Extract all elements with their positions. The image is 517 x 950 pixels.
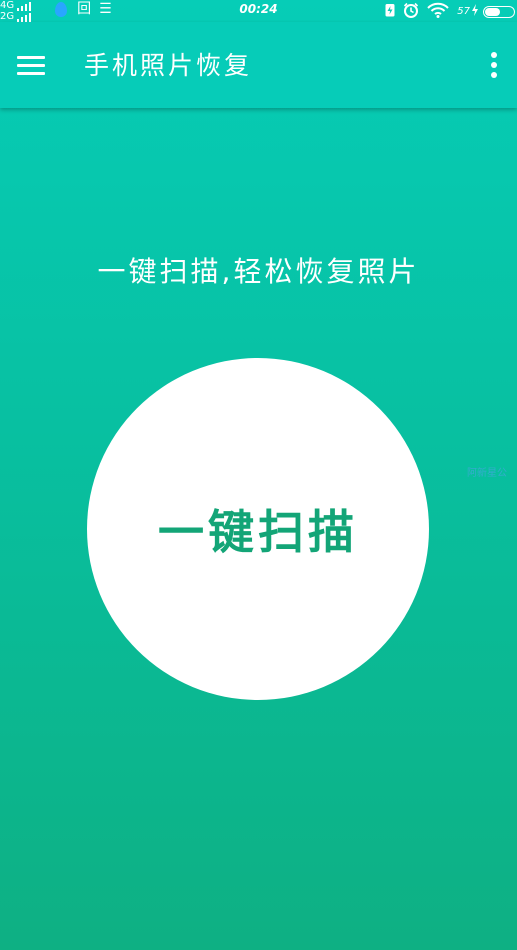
- battery-percent: 57: [457, 6, 470, 17]
- app-screen: 4G 2G 回 ☰ 00:24 57 手机照片恢复 一键扫描,轻松恢复照片 一键…: [0, 0, 517, 950]
- app-title: 手机照片恢复: [84, 51, 253, 80]
- more-options-icon[interactable]: [491, 52, 497, 78]
- status-right: 57: [377, 2, 515, 21]
- battery-icon: [483, 5, 515, 18]
- one-click-scan-button[interactable]: 一键扫描: [87, 358, 429, 700]
- tagline: 一键扫描,轻松恢复照片: [97, 255, 420, 288]
- side-hint-text: 阿新星公: [467, 468, 507, 479]
- wifi-icon: [427, 2, 449, 21]
- battery-fill: [485, 7, 500, 16]
- scan-button-label: 一键扫描: [158, 505, 358, 559]
- app-bar: 手机照片恢复: [0, 22, 517, 108]
- alarm-icon: [403, 2, 419, 21]
- battery-saver-icon: [385, 3, 395, 20]
- status-bar: 4G 2G 回 ☰ 00:24 57: [0, 0, 517, 22]
- charging-icon: [471, 4, 479, 19]
- menu-icon[interactable]: [17, 56, 45, 76]
